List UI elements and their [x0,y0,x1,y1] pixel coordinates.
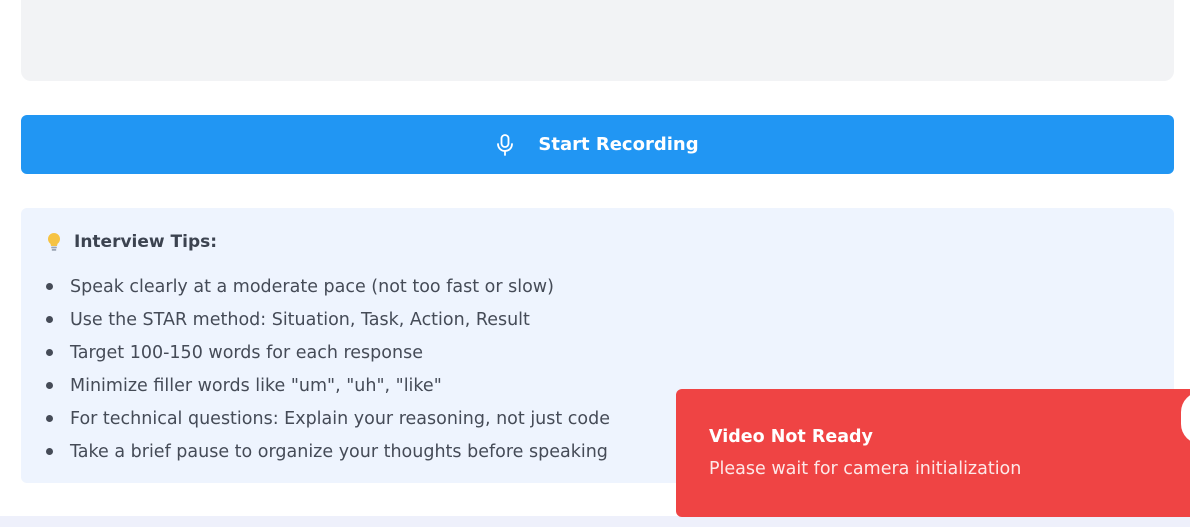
lightbulb-icon [46,232,62,252]
list-item: Minimize filler words like "um", "uh", "… [46,369,610,402]
tips-heading: Interview Tips: [46,232,217,252]
list-item: Target 100-150 words for each response [46,336,610,369]
bullet-icon [46,349,53,356]
bullet-icon [46,448,53,455]
list-item: Take a brief pause to organize your thou… [46,435,610,468]
toast-title: Video Not Ready [709,427,873,447]
video-preview-area [21,0,1174,81]
error-toast[interactable]: Video Not Ready Please wait for camera i… [676,389,1190,517]
list-item: Speak clearly at a moderate pace (not to… [46,270,610,303]
page: Start Recording Interview Tips: Speak cl… [0,0,1190,527]
tip-text: Take a brief pause to organize your thou… [70,441,608,462]
bullet-icon [46,382,53,389]
page-footer-strip [0,516,1190,527]
list-item: For technical questions: Explain your re… [46,402,610,435]
bullet-icon [46,316,53,323]
list-item: Use the STAR method: Situation, Task, Ac… [46,303,610,336]
tips-list: Speak clearly at a moderate pace (not to… [46,270,610,468]
bullet-icon [46,415,53,422]
tip-text: Use the STAR method: Situation, Task, Ac… [70,309,530,330]
tip-text: Minimize filler words like "um", "uh", "… [70,375,442,396]
start-recording-button[interactable]: Start Recording [21,115,1174,174]
tip-text: Target 100-150 words for each response [70,342,423,363]
toast-message: Please wait for camera initialization [709,459,1022,479]
tip-text: Speak clearly at a moderate pace (not to… [70,276,554,297]
tip-text: For technical questions: Explain your re… [70,408,611,429]
toast-close-button[interactable] [1181,392,1190,444]
tips-title: Interview Tips: [74,232,218,252]
bullet-icon [46,283,53,290]
microphone-icon [496,133,514,156]
start-recording-label: Start Recording [538,134,699,155]
